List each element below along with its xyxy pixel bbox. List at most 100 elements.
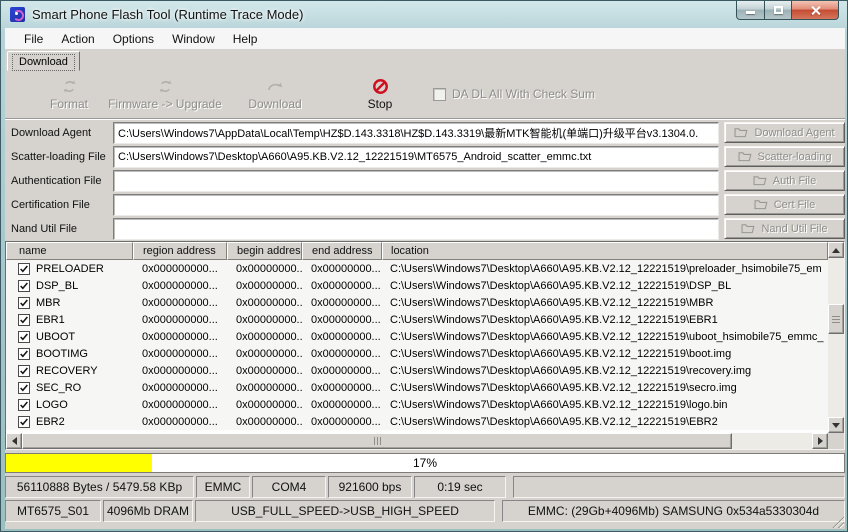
menu-item-file[interactable]: File: [15, 30, 52, 48]
minimize-button[interactable]: [736, 1, 765, 20]
row-begin-address: 0x00000000...: [227, 399, 302, 411]
maximize-button[interactable]: [765, 1, 792, 20]
row-region-address: 0x000000000...: [133, 348, 227, 360]
row-name: SEC_RO: [36, 382, 81, 394]
row-name: PRELOADER: [36, 263, 104, 275]
row-checkbox[interactable]: [18, 348, 30, 360]
authentication-file-input[interactable]: [113, 170, 719, 192]
grip-icon: [832, 316, 840, 323]
nand-util-file-button[interactable]: Nand Util File: [724, 218, 845, 239]
row-location: C:\Users\Windows7\Desktop\A660\A95.KB.V2…: [382, 331, 828, 343]
row-end-address: 0x00000000...: [302, 263, 382, 275]
download-agent-button[interactable]: Download Agent: [724, 122, 845, 143]
table-row[interactable]: EBR2 0x000000000... 0x00000000... 0x0000…: [6, 413, 828, 430]
status-storage-type: EMMC: [196, 476, 250, 498]
checkbox-icon: [433, 88, 446, 101]
horizontal-scrollbar[interactable]: [6, 433, 828, 449]
row-begin-address: 0x00000000...: [227, 297, 302, 309]
scroll-down-button[interactable]: [828, 417, 844, 433]
tab-download[interactable]: Download: [7, 51, 80, 71]
row-region-address: 0x000000000...: [133, 263, 227, 275]
scatter-loading-input[interactable]: [113, 146, 719, 168]
row-end-address: 0x00000000...: [302, 331, 382, 343]
scroll-up-button[interactable]: [828, 242, 844, 258]
stop-button[interactable]: Stop: [345, 78, 415, 111]
column-name[interactable]: name: [6, 242, 133, 260]
row-checkbox[interactable]: [18, 280, 30, 292]
vertical-scrollbar-thumb[interactable]: [828, 304, 844, 334]
certification-file-label: Certification File: [11, 194, 90, 216]
arrow-up-icon: [832, 248, 840, 253]
menu-item-action[interactable]: Action: [52, 30, 103, 48]
row-checkbox[interactable]: [18, 382, 30, 394]
maximize-icon: [774, 6, 783, 14]
row-checkbox[interactable]: [18, 331, 30, 343]
table-row[interactable]: PRELOADER 0x000000000... 0x00000000... 0…: [6, 260, 828, 277]
status-elapsed-time: 0:19 sec: [414, 476, 506, 498]
scatter-loading-button[interactable]: Scatter-loading: [724, 146, 845, 167]
row-name: EBR1: [36, 314, 65, 326]
row-begin-address: 0x00000000...: [227, 365, 302, 377]
column-location[interactable]: location: [382, 242, 828, 260]
arrow-right-icon: [818, 437, 823, 445]
menu-item-window[interactable]: Window: [163, 30, 224, 48]
row-checkbox[interactable]: [18, 314, 30, 326]
status-bytes: 56110888 Bytes / 5479.58 KBp: [5, 476, 194, 498]
column-end-address[interactable]: end address: [302, 242, 382, 260]
row-end-address: 0x00000000...: [302, 416, 382, 428]
table-row[interactable]: UBOOT 0x000000000... 0x00000000... 0x000…: [6, 328, 828, 345]
table-row[interactable]: BOOTIMG 0x000000000... 0x00000000... 0x0…: [6, 345, 828, 362]
row-region-address: 0x000000000...: [133, 382, 227, 394]
da-dl-checksum-checkbox[interactable]: DA DL All With Check Sum: [433, 87, 595, 101]
row-checkbox[interactable]: [18, 399, 30, 411]
menu-bar: File Action Options Window Help: [5, 28, 845, 49]
row-region-address: 0x000000000...: [133, 416, 227, 428]
column-region-address[interactable]: region address: [133, 242, 227, 260]
horizontal-scrollbar-thumb[interactable]: [22, 433, 732, 449]
row-checkbox[interactable]: [18, 263, 30, 275]
status-usb-speed: USB_FULL_SPEED->USB_HIGH_SPEED: [195, 500, 495, 522]
row-name: LOGO: [36, 399, 68, 411]
folder-open-icon: [753, 175, 767, 186]
row-checkbox[interactable]: [18, 416, 30, 428]
table-row[interactable]: RECOVERY 0x000000000... 0x00000000... 0x…: [6, 362, 828, 379]
download-button[interactable]: Download: [220, 78, 330, 111]
table-row[interactable]: SEC_RO 0x000000000... 0x00000000... 0x00…: [6, 379, 828, 396]
firmware-upgrade-button[interactable]: Firmware -> Upgrade: [100, 78, 230, 111]
table-row[interactable]: DSP_BL 0x000000000... 0x00000000... 0x00…: [6, 277, 828, 294]
app-icon: [10, 7, 25, 22]
scroll-left-button[interactable]: [6, 433, 22, 449]
row-end-address: 0x00000000...: [302, 348, 382, 360]
circular-arrows-icon: [100, 78, 230, 95]
check-icon: [19, 298, 29, 308]
menu-item-options[interactable]: Options: [104, 30, 163, 48]
nand-util-file-label: Nand Util File: [11, 218, 77, 240]
certification-file-input[interactable]: [113, 194, 719, 216]
nand-util-file-input[interactable]: [113, 218, 719, 240]
scroll-right-button[interactable]: [812, 433, 828, 449]
client-area: File Action Options Window Help Download…: [5, 28, 845, 529]
stop-label: Stop: [368, 97, 393, 111]
row-location: C:\Users\Windows7\Desktop\A660\A95.KB.V2…: [382, 382, 828, 394]
cert-file-button[interactable]: Cert File: [724, 194, 845, 215]
auth-file-button[interactable]: Auth File: [724, 170, 845, 191]
row-checkbox[interactable]: [18, 365, 30, 377]
row-checkbox[interactable]: [18, 297, 30, 309]
row-name: MBR: [36, 297, 60, 309]
row-location: C:\Users\Windows7\Desktop\A660\A95.KB.V2…: [382, 280, 828, 292]
column-begin-address[interactable]: begin address: [227, 242, 302, 260]
row-location: C:\Users\Windows7\Desktop\A660\A95.KB.V2…: [382, 314, 828, 326]
menu-item-help[interactable]: Help: [224, 30, 267, 48]
table-row[interactable]: EBR1 0x000000000... 0x00000000... 0x0000…: [6, 311, 828, 328]
row-end-address: 0x00000000...: [302, 382, 382, 394]
table-row[interactable]: MBR 0x000000000... 0x00000000... 0x00000…: [6, 294, 828, 311]
row-region-address: 0x000000000...: [133, 280, 227, 292]
row-location: C:\Users\Windows7\Desktop\A660\A95.KB.V2…: [382, 399, 828, 411]
title-bar[interactable]: Smart Phone Flash Tool (Runtime Trace Mo…: [1, 1, 847, 28]
download-agent-input[interactable]: [113, 122, 719, 144]
row-region-address: 0x000000000...: [133, 331, 227, 343]
status-com-port: COM4: [252, 476, 326, 498]
vertical-scrollbar[interactable]: [828, 242, 844, 433]
table-row[interactable]: LOGO 0x000000000... 0x00000000... 0x0000…: [6, 396, 828, 413]
close-button[interactable]: [792, 1, 839, 20]
